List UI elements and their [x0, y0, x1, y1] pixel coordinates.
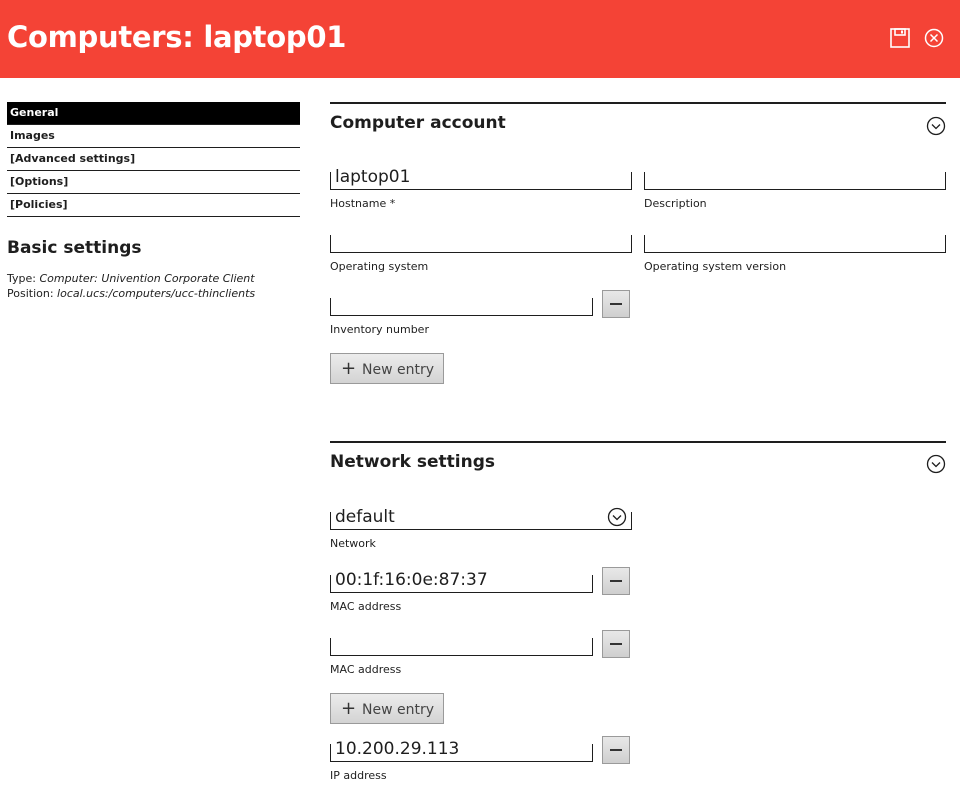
- collapse-chevron-icon[interactable]: [926, 454, 946, 474]
- mac-address-field-2[interactable]: [330, 632, 593, 656]
- hostname-label: Hostname *: [330, 197, 396, 210]
- hostname-field[interactable]: [330, 166, 632, 190]
- description-input[interactable]: [649, 166, 941, 188]
- position-label: Position:: [7, 287, 58, 300]
- inventory-number-input[interactable]: [335, 292, 588, 314]
- network-select-value[interactable]: [335, 506, 627, 528]
- ip-address-input[interactable]: [335, 738, 588, 760]
- mac-address-input-2[interactable]: [335, 632, 588, 654]
- new-entry-label: New entry: [362, 702, 435, 718]
- page-title: Computers: laptop01: [7, 20, 347, 54]
- mac-address-label-2: MAC address: [330, 663, 402, 676]
- operating-system-version-input[interactable]: [649, 229, 941, 251]
- network-settings-title: Network settings: [330, 452, 495, 472]
- inventory-number-label: Inventory number: [330, 323, 429, 336]
- nav-item-general[interactable]: General: [7, 102, 300, 125]
- position-info: Position: local.ucs:/computers/ucc-thinc…: [7, 287, 255, 300]
- operating-system-version-label: Operating system version: [644, 260, 787, 273]
- inventory-number-field[interactable]: [330, 292, 593, 316]
- plus-icon: +: [341, 698, 357, 719]
- close-icon[interactable]: [923, 27, 945, 49]
- ip-address-field[interactable]: [330, 738, 593, 762]
- mac-address-input[interactable]: [335, 569, 588, 591]
- new-entry-label: New entry: [362, 362, 435, 378]
- operating-system-version-field[interactable]: [644, 229, 946, 253]
- computer-account-title: Computer account: [330, 113, 506, 133]
- remove-ip-button[interactable]: [602, 736, 630, 764]
- ip-address-label: IP address: [330, 769, 387, 782]
- network-select[interactable]: [330, 506, 632, 530]
- collapse-chevron-icon[interactable]: [926, 116, 946, 136]
- description-label: Description: [644, 197, 707, 210]
- chevron-down-icon[interactable]: [607, 507, 627, 527]
- nav-item-advanced-settings[interactable]: [Advanced settings]: [7, 148, 300, 171]
- type-label: Type:: [7, 272, 40, 285]
- nav-item-options[interactable]: [Options]: [7, 171, 300, 194]
- mac-address-label: MAC address: [330, 600, 402, 613]
- remove-mac-button[interactable]: [602, 567, 630, 595]
- type-value: Computer: Univention Corporate Client: [39, 272, 255, 285]
- remove-inventory-button[interactable]: [602, 290, 630, 318]
- operating-system-field[interactable]: [330, 229, 632, 253]
- left-nav: General Images [Advanced settings] [Opti…: [7, 102, 300, 217]
- hostname-input[interactable]: [335, 166, 627, 188]
- network-label: Network: [330, 537, 376, 550]
- nav-item-images[interactable]: Images: [7, 125, 300, 148]
- save-icon[interactable]: [889, 27, 911, 49]
- nav-item-policies[interactable]: [Policies]: [7, 194, 300, 217]
- new-mac-entry-button[interactable]: + New entry: [330, 693, 444, 724]
- operating-system-input[interactable]: [335, 229, 627, 251]
- plus-icon: +: [341, 358, 357, 379]
- basic-settings-title: Basic settings: [7, 238, 142, 258]
- position-value: local.ucs:/computers/ucc-thinclients: [57, 287, 256, 300]
- mac-address-field[interactable]: [330, 569, 593, 593]
- header-bar: Computers: laptop01: [0, 0, 960, 78]
- operating-system-label: Operating system: [330, 260, 429, 273]
- new-inventory-entry-button[interactable]: + New entry: [330, 353, 444, 384]
- description-field[interactable]: [644, 166, 946, 190]
- type-info: Type: Computer: Univention Corporate Cli…: [7, 272, 255, 285]
- remove-mac-button-2[interactable]: [602, 630, 630, 658]
